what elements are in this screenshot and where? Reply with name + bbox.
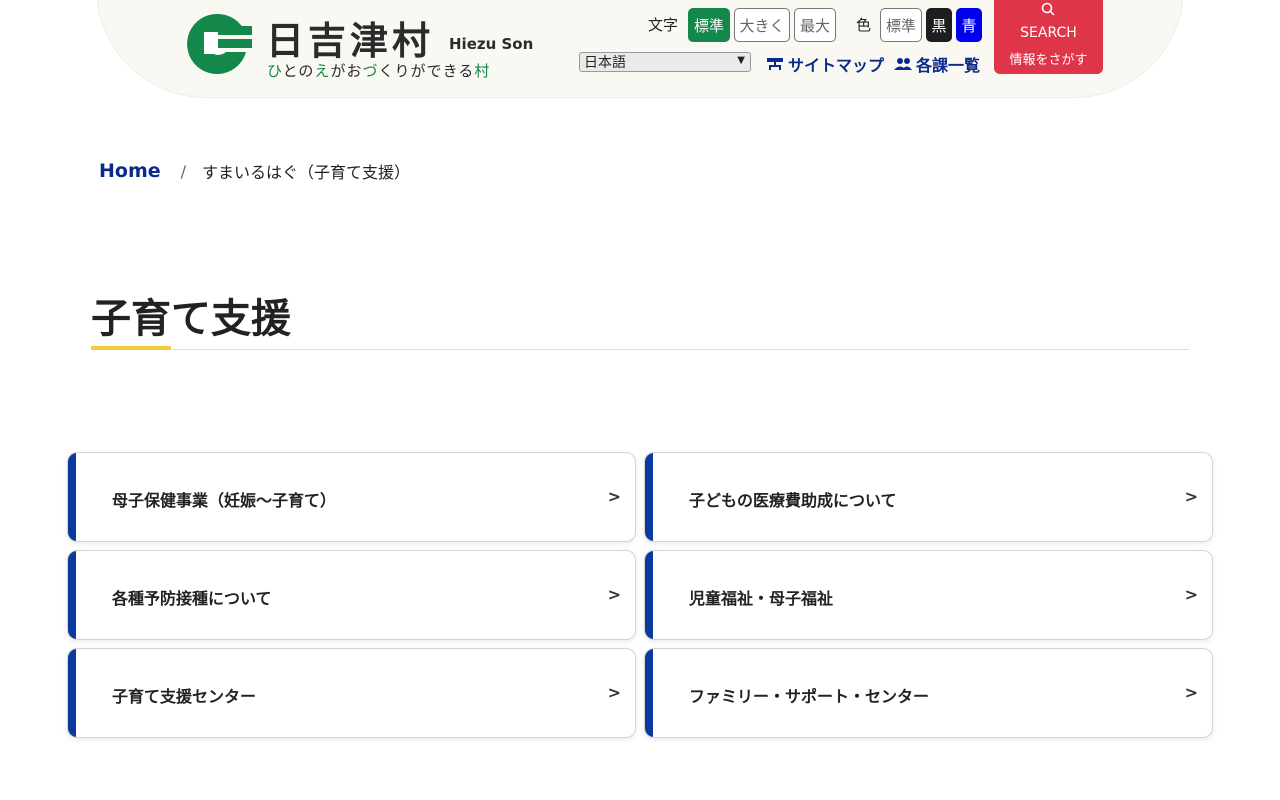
card-family-support-center[interactable]: ファミリー・サポート・センター > (644, 648, 1213, 738)
breadcrumb: Home / すまいるはぐ（子育て支援） (99, 159, 410, 183)
card-label: 母子保健事業（妊娠～子育て） (112, 491, 337, 510)
chevron-down-icon: ▼ (737, 55, 745, 66)
card-maternal-health[interactable]: 母子保健事業（妊娠～子育て） > (67, 452, 636, 542)
color-blue-button[interactable]: 青 (956, 8, 982, 42)
departments-label: 各課一覧 (916, 56, 981, 75)
logo-tagline: ひとのえがおづくりができる村 (267, 62, 491, 80)
chevron-right-icon: > (607, 585, 621, 604)
chevron-right-icon: > (1184, 683, 1198, 702)
card-label: 児童福祉・母子福祉 (689, 589, 834, 608)
text-size-max-button[interactable]: 最大 (794, 8, 836, 42)
search-sublabel: 情報をさがす (1009, 53, 1088, 68)
departments-link[interactable]: 各課一覧 (894, 52, 980, 76)
chevron-right-icon: > (607, 487, 621, 506)
card-label: 各種予防接種について (112, 589, 272, 608)
color-label: 色 (856, 16, 872, 34)
card-accent-bar (68, 453, 76, 541)
text-size-large-button[interactable]: 大きく (734, 8, 790, 42)
card-child-medical-subsidy[interactable]: 子どもの医療費助成について > (644, 452, 1213, 542)
text-size-label: 文字 (648, 16, 679, 34)
sitemap-label: サイトマップ (788, 56, 885, 75)
search-label: SEARCH (1020, 25, 1077, 41)
card-childcare-support-center[interactable]: 子育て支援センター > (67, 648, 636, 738)
card-label: 子どもの医療費助成について (689, 491, 897, 510)
card-label: ファミリー・サポート・センター (689, 687, 930, 706)
page-title: 子育て支援 (91, 296, 291, 342)
chevron-right-icon: > (607, 683, 621, 702)
card-accent-bar (645, 649, 653, 737)
color-black-button[interactable]: 黒 (926, 8, 952, 42)
card-accent-bar (68, 649, 76, 737)
logo-roman: Hiezu Son (449, 35, 534, 53)
users-icon (894, 58, 912, 70)
text-size-standard-button[interactable]: 標準 (688, 8, 730, 42)
card-accent-bar (68, 551, 76, 639)
search-button[interactable]: SEARCH 情報をさがす (994, 0, 1103, 74)
color-standard-button[interactable]: 標準 (880, 8, 922, 42)
chevron-right-icon: > (1184, 585, 1198, 604)
card-vaccinations[interactable]: 各種予防接種について > (67, 550, 636, 640)
village-logo-icon[interactable] (180, 12, 254, 74)
search-icon (1041, 2, 1055, 16)
card-accent-bar (645, 551, 653, 639)
sitemap-icon (767, 58, 783, 70)
card-label: 子育て支援センター (112, 687, 257, 706)
breadcrumb-home-link[interactable]: Home (99, 160, 161, 182)
card-child-welfare[interactable]: 児童福祉・母子福祉 > (644, 550, 1213, 640)
chevron-right-icon: > (1184, 487, 1198, 506)
language-select-value: 日本語 (584, 55, 626, 71)
title-divider (91, 349, 1189, 350)
title-accent-bar (91, 346, 171, 350)
breadcrumb-separator: / (180, 161, 187, 181)
breadcrumb-current: すまいるはぐ（子育て支援） (202, 163, 411, 182)
logo-name: 日吉津村 (266, 19, 435, 63)
language-select[interactable]: 日本語 ▼ (579, 52, 751, 72)
card-accent-bar (645, 453, 653, 541)
sitemap-link[interactable]: サイトマップ (766, 52, 884, 76)
